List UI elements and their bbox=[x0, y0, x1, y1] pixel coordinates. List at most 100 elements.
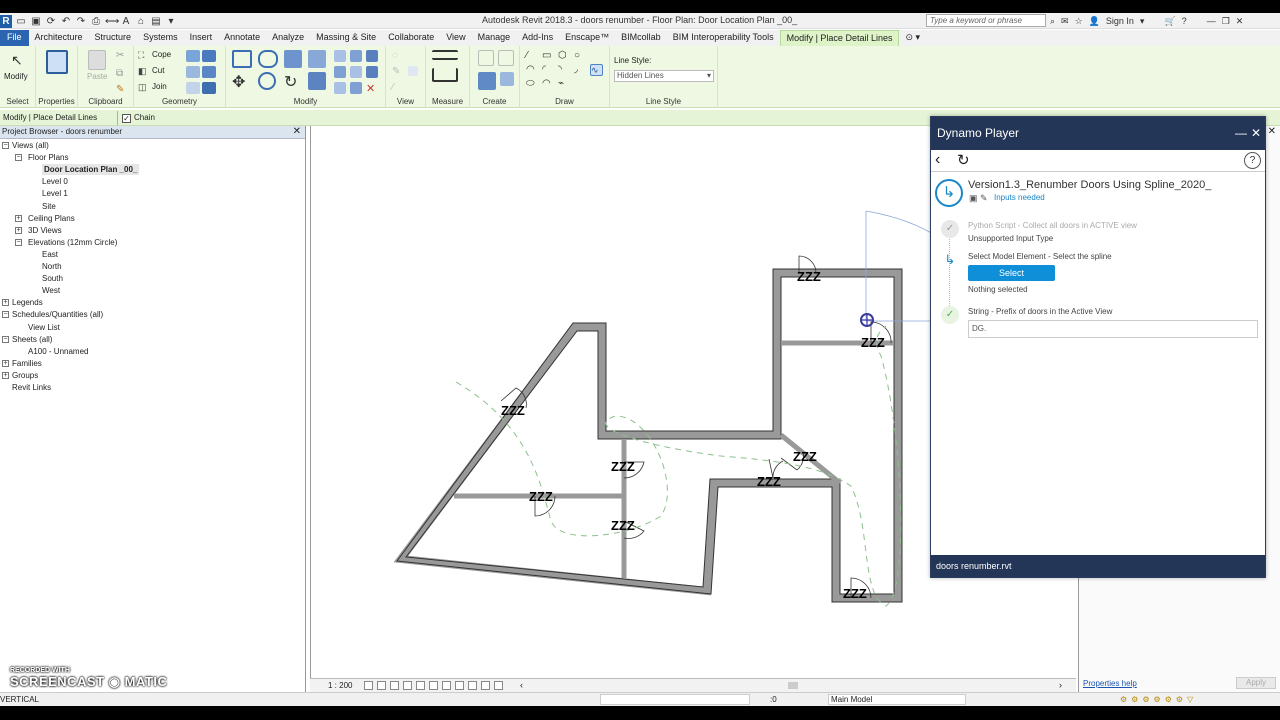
door-tag[interactable]: ZZZ bbox=[843, 586, 867, 601]
draw-line-icon[interactable]: ⁄ bbox=[526, 50, 540, 62]
rotate-icon[interactable]: ↻ bbox=[284, 72, 298, 91]
detail-level-icon[interactable] bbox=[364, 681, 373, 690]
switch-windows-icon[interactable]: ▤ bbox=[150, 16, 162, 27]
unpin-icon[interactable] bbox=[366, 66, 378, 78]
tree-item[interactable]: Sheets (all) bbox=[12, 334, 52, 345]
sun-path-icon[interactable] bbox=[390, 681, 399, 690]
search-input[interactable]: Type a keyword or phrase bbox=[926, 14, 1046, 27]
properties-icon[interactable] bbox=[46, 50, 68, 74]
tree-expander-icon[interactable]: + bbox=[15, 226, 22, 234]
draw-arc-center-icon[interactable]: ◜ bbox=[542, 64, 556, 76]
properties-help-link[interactable]: Properties help bbox=[1083, 679, 1137, 688]
draw-circle-icon[interactable]: ○ bbox=[574, 50, 588, 62]
cart-icon[interactable]: 🛒 bbox=[1164, 16, 1175, 27]
join-button[interactable]: Join bbox=[152, 82, 167, 91]
draw-partial-ellipse-icon[interactable]: ◠ bbox=[542, 78, 556, 90]
panel-label-select[interactable]: Select bbox=[0, 97, 35, 106]
create-assembly-icon[interactable] bbox=[478, 50, 494, 66]
visual-style-icon[interactable] bbox=[377, 681, 386, 690]
selection-filter-icons[interactable]: ⚙⚙⚙⚙⚙⚙▽ bbox=[1120, 693, 1197, 706]
tree-expander-icon[interactable]: + bbox=[2, 299, 9, 307]
tab-architecture[interactable]: Architecture bbox=[29, 30, 89, 46]
draw-tangent-arc-icon[interactable]: ◞ bbox=[574, 64, 588, 76]
pin-icon[interactable] bbox=[366, 50, 378, 62]
tab-collaborate[interactable]: Collaborate bbox=[382, 30, 440, 46]
refresh-icon[interactable]: ↻ bbox=[957, 150, 970, 171]
minimize-icon[interactable]: — bbox=[1207, 16, 1216, 26]
cursor-icon[interactable]: ↖ bbox=[11, 52, 25, 68]
scale-icon[interactable] bbox=[350, 66, 362, 78]
split-face-icon[interactable] bbox=[186, 50, 200, 62]
show-crop-icon[interactable] bbox=[429, 681, 438, 690]
tab-extra-dropdown-icon[interactable]: ⊙ ▾ bbox=[899, 30, 926, 46]
door-tag[interactable]: ZZZ bbox=[861, 335, 885, 350]
tree-item[interactable]: Views (all) bbox=[12, 140, 49, 151]
create-similar-icon[interactable] bbox=[500, 72, 514, 86]
script-run-icon[interactable]: ↳ bbox=[935, 179, 963, 207]
trim-extend-icon[interactable] bbox=[308, 72, 326, 90]
3d-view-icon[interactable]: ⌂ bbox=[135, 16, 147, 27]
door-tag[interactable]: ZZZ bbox=[611, 518, 635, 533]
redo-icon[interactable]: ↷ bbox=[75, 16, 87, 27]
tree-item[interactable]: Families bbox=[12, 358, 42, 369]
close-icon[interactable]: ✕ bbox=[1268, 126, 1276, 137]
draw-polygon-icon[interactable]: ⬡ bbox=[558, 50, 572, 62]
door-tag[interactable]: ZZZ bbox=[529, 489, 553, 504]
draw-rectangle-icon[interactable]: ▭ bbox=[542, 50, 556, 62]
tree-item[interactable]: Level 0 bbox=[42, 176, 68, 187]
create-parts-icon[interactable] bbox=[498, 50, 514, 66]
draw-spline-icon[interactable]: ∿ bbox=[590, 64, 603, 76]
tree-item[interactable]: West bbox=[42, 285, 60, 296]
align-icon[interactable] bbox=[232, 50, 252, 68]
sign-in-link[interactable]: Sign In bbox=[1106, 16, 1134, 26]
close-icon[interactable]: ✕ bbox=[293, 126, 301, 138]
minimize-icon[interactable]: — bbox=[1235, 117, 1247, 149]
constraints-icon[interactable] bbox=[494, 681, 503, 690]
line-style-dropdown[interactable]: Hidden Lines ▾ bbox=[614, 70, 714, 82]
pick-lines-icon[interactable]: ⌁ bbox=[558, 78, 572, 90]
tree-item[interactable]: Level 1 bbox=[42, 188, 68, 199]
open-icon[interactable]: ▭ bbox=[15, 16, 27, 27]
wall-joins-icon[interactable] bbox=[186, 66, 200, 78]
tab-file[interactable]: File bbox=[0, 30, 29, 46]
trim-multiple-icon[interactable] bbox=[334, 82, 346, 94]
view-scale[interactable]: 1 : 200 bbox=[328, 679, 352, 692]
hide-icon[interactable]: ◌ bbox=[392, 50, 406, 62]
linework-icon[interactable]: ⁄ bbox=[392, 82, 406, 94]
edit-pencil-icon[interactable]: ✎ bbox=[980, 193, 988, 203]
print-icon[interactable]: ⎙ bbox=[90, 16, 102, 27]
split-element-icon[interactable] bbox=[334, 50, 346, 62]
tab-massing-site[interactable]: Massing & Site bbox=[310, 30, 382, 46]
mirror-draw-axis-icon[interactable] bbox=[308, 50, 326, 68]
trim-single-icon[interactable] bbox=[350, 82, 362, 94]
copy-clip-icon[interactable]: ⧉ bbox=[116, 68, 130, 80]
tree-expander-icon[interactable]: − bbox=[2, 335, 9, 343]
tree-item[interactable]: A100 - Unnamed bbox=[28, 346, 88, 357]
sync-icon[interactable]: ⟳ bbox=[45, 16, 57, 27]
tree-item[interactable]: Site bbox=[42, 201, 56, 212]
communication-icon[interactable]: ✉ bbox=[1061, 16, 1069, 27]
close-icon[interactable]: ✕ bbox=[1251, 117, 1261, 149]
tree-item[interactable]: East bbox=[42, 249, 58, 260]
match-properties-icon[interactable]: ✎ bbox=[116, 84, 130, 96]
design-option-dropdown[interactable]: Main Model bbox=[828, 694, 966, 705]
tree-item[interactable]: Groups bbox=[12, 370, 38, 381]
horizontal-scroll-thumb[interactable] bbox=[788, 682, 798, 689]
tab-modify-place-detail-lines[interactable]: Modify | Place Detail Lines bbox=[779, 30, 900, 46]
favorites-icon[interactable]: ☆ bbox=[1075, 16, 1083, 27]
tab-annotate[interactable]: Annotate bbox=[218, 30, 266, 46]
measure-icon[interactable]: ⟷ bbox=[105, 16, 119, 27]
door-tag[interactable]: ZZZ bbox=[793, 449, 817, 464]
paint-icon[interactable] bbox=[202, 50, 216, 62]
tree-item[interactable]: North bbox=[42, 261, 62, 272]
close-icon[interactable]: ✕ bbox=[1236, 16, 1244, 27]
undo-icon[interactable]: ↶ bbox=[60, 16, 72, 27]
reveal-hidden-icon[interactable] bbox=[455, 681, 464, 690]
save-icon[interactable]: ▣ bbox=[30, 16, 42, 27]
text-icon[interactable]: A bbox=[120, 16, 132, 27]
tab-add-ins[interactable]: Add-Ins bbox=[516, 30, 559, 46]
tree-item[interactable]: Schedules/Quantities (all) bbox=[12, 309, 103, 320]
tree-item[interactable]: Door Location Plan _00_ bbox=[42, 164, 140, 176]
tab-bimcollab[interactable]: BIMcollab bbox=[615, 30, 667, 46]
join-icon[interactable]: ◫ bbox=[138, 82, 152, 94]
